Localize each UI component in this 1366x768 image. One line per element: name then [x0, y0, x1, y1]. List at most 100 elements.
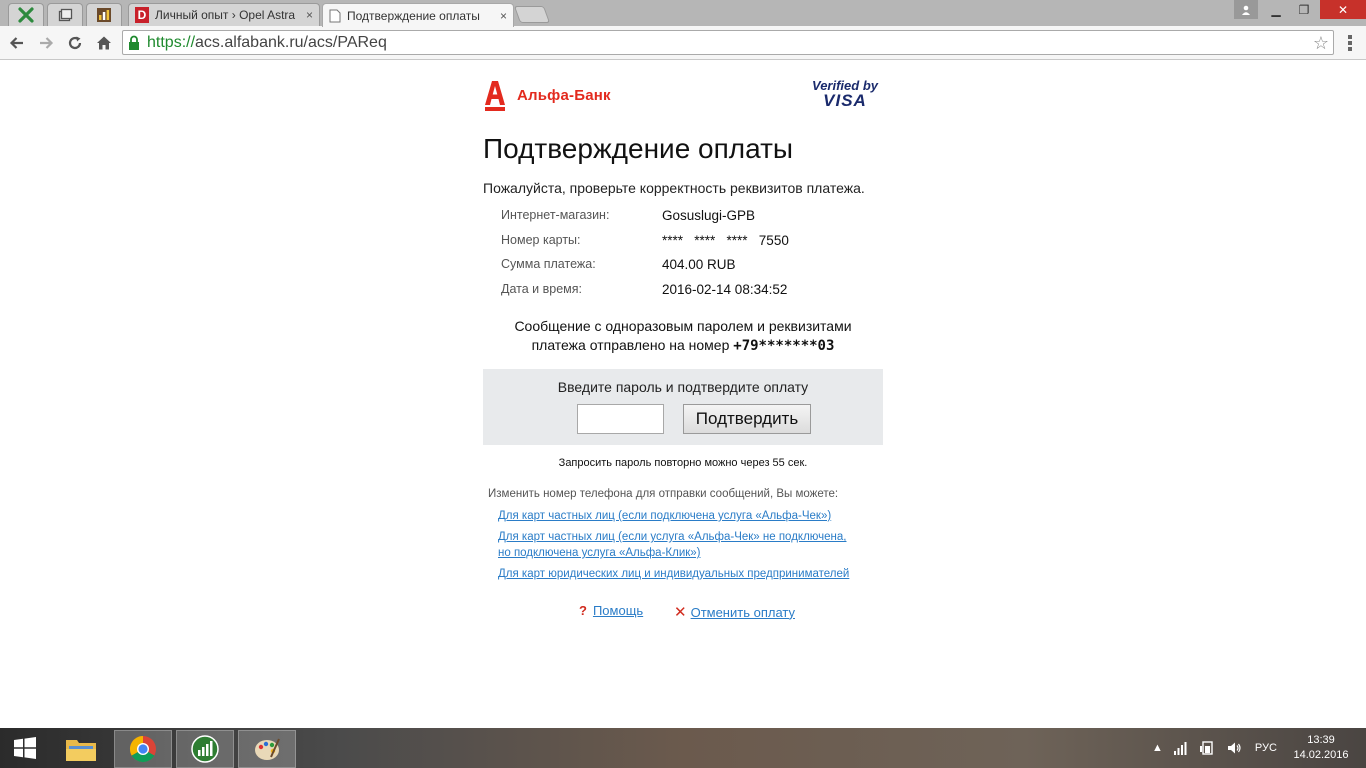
drive2-favicon-icon: D	[135, 7, 149, 23]
arrow-left-icon	[9, 37, 23, 49]
sms-line2: платежа отправлено на номер +79*******03	[483, 336, 883, 356]
intro-text: Пожалуйста, проверьте корректность рекви…	[483, 180, 865, 196]
tab-label: Подтверждение оплаты	[347, 8, 480, 23]
windows-taskbar: ▲ РУС 13:39 14.02.2016	[0, 728, 1366, 768]
page-content: Альфа-Банк Verified by VISA Подтверждени…	[0, 61, 1366, 728]
question-mark-icon: ?	[579, 603, 587, 618]
tab-strip: D Личный опыт › Opel Astra × Подтвержден…	[0, 0, 1366, 27]
windows-logo-icon	[14, 737, 36, 759]
clock-date: 14.02.2016	[1293, 749, 1349, 761]
pinned-tab-chart[interactable]	[86, 3, 122, 26]
browser-menu-button[interactable]	[1342, 34, 1358, 52]
folder-icon	[66, 740, 96, 761]
forward-button[interactable]	[34, 32, 58, 54]
taskbar-paint[interactable]	[238, 730, 296, 768]
otp-password-input[interactable]	[577, 404, 664, 434]
chart-app-icon	[97, 8, 111, 22]
link-text: Для карт юридических лиц и индивидуальны…	[498, 568, 850, 580]
minimize-button[interactable]: ▁	[1262, 0, 1290, 19]
chrome-icon	[129, 735, 156, 763]
link-text: Для карт частных лиц (если подключена ус…	[498, 510, 832, 522]
help-link-group[interactable]: ? Помощь	[579, 603, 643, 618]
tab-close-icon[interactable]: ×	[500, 9, 507, 23]
detail-value: Gosuslugi-GPB	[662, 208, 756, 223]
profile-button[interactable]	[1234, 0, 1258, 19]
cancel-x-icon: ✕	[674, 604, 687, 621]
detail-row: Номер карты: **** **** **** 7550	[501, 233, 789, 258]
tray-expand-icon[interactable]: ▲	[1152, 742, 1163, 754]
change-phone-note: Изменить номер телефона для отправки соо…	[488, 488, 839, 500]
reload-button[interactable]	[63, 32, 87, 54]
detail-value: 404.00 RUB	[662, 257, 736, 272]
link-private-alfa-click[interactable]: Для карт частных лиц (если услуга «Альфа…	[498, 529, 847, 561]
browser-toolbar: https://acs.alfabank.ru/acs/PAReq ☆	[0, 26, 1366, 60]
detail-row: Интернет-магазин: Gosuslugi-GPB	[501, 208, 789, 233]
detail-label: Сумма платежа:	[501, 257, 596, 271]
sms-notice: Сообщение с одноразовым паролем и реквиз…	[483, 317, 883, 356]
tab-close-icon[interactable]: ×	[306, 8, 313, 22]
system-tray: ▲ РУС	[1152, 728, 1277, 768]
signal-app-icon	[191, 735, 219, 763]
alfa-a-logo-icon	[485, 81, 505, 111]
reload-icon	[68, 36, 82, 50]
start-button[interactable]	[0, 728, 50, 768]
alfa-bank-logo: Альфа-Банк	[483, 79, 611, 111]
clock-time: 13:39	[1307, 734, 1335, 746]
window-icon	[58, 8, 73, 22]
home-button[interactable]	[92, 32, 116, 54]
network-signal-icon[interactable]	[1173, 741, 1189, 755]
link-legal-entities[interactable]: Для карт юридических лиц и индивидуальны…	[498, 566, 849, 582]
bookmark-star-icon[interactable]: ☆	[1313, 33, 1329, 54]
bank-name: Альфа-Банк	[517, 87, 611, 104]
url-scheme: https://	[147, 33, 196, 51]
battery-icon[interactable]	[1199, 741, 1217, 755]
tab-opel-astra[interactable]: D Личный опыт › Opel Astra ×	[128, 3, 320, 26]
payment-details: Интернет-магазин: Gosuslugi-GPB Номер ка…	[501, 208, 789, 306]
link-private-alfa-check[interactable]: Для карт частных лиц (если подключена ус…	[498, 508, 831, 524]
taskbar-file-explorer[interactable]	[52, 730, 110, 768]
otp-label: Введите пароль и подтвердите оплату	[557, 379, 809, 395]
resend-timer-note: Запросить пароль повторно можно через 55…	[558, 457, 808, 469]
home-icon	[97, 36, 111, 50]
cancel-payment-link[interactable]: Отменить оплату	[691, 605, 795, 620]
detail-row: Дата и время: 2016-02-14 08:34:52	[501, 282, 789, 307]
otp-panel: Введите пароль и подтвердите оплату Подт…	[483, 369, 883, 445]
taskbar-monitor-app[interactable]	[176, 730, 234, 768]
pinned-tab-window[interactable]	[47, 3, 83, 26]
detail-label: Дата и время:	[501, 281, 582, 296]
detail-value: 2016-02-14 08:34:52	[662, 281, 788, 297]
sms-line2-text: платежа отправлено на номер	[531, 337, 730, 353]
pinned-tab-xmarks[interactable]	[8, 3, 44, 26]
page-title: Подтверждение оплаты	[483, 133, 794, 164]
detail-row: Сумма платежа: 404.00 RUB	[501, 257, 789, 282]
link-text: Для карт частных лиц (если услуга «Альфа…	[498, 531, 847, 543]
lock-icon	[129, 35, 139, 50]
maximize-button[interactable]: ❐	[1290, 0, 1318, 19]
address-bar[interactable]: https://acs.alfabank.ru/acs/PAReq ☆	[122, 30, 1334, 55]
detail-value: **** **** **** 7550	[662, 232, 789, 248]
x-logo-icon	[18, 7, 34, 23]
close-window-button[interactable]: ✕	[1320, 0, 1366, 19]
cancel-link-group[interactable]: ✕ Отменить оплату	[674, 603, 795, 621]
url-host-path: acs.alfabank.ru/acs/PAReq	[195, 33, 387, 51]
sms-line1: Сообщение с одноразовым паролем и реквиз…	[514, 318, 852, 334]
link-text: но подключена услуга «Альфа-Клик»)	[498, 547, 701, 559]
verified-by-visa-logo: Verified by VISA	[810, 79, 880, 109]
taskbar-chrome[interactable]	[114, 730, 172, 768]
detail-label: Интернет-магазин:	[501, 208, 610, 222]
paint-palette-icon	[255, 738, 280, 760]
vbv-line2: VISA	[823, 91, 867, 110]
detail-label: Номер карты:	[501, 232, 581, 247]
input-language[interactable]: РУС	[1255, 742, 1277, 754]
back-button[interactable]	[5, 32, 29, 54]
clock[interactable]: 13:39 14.02.2016	[1288, 733, 1354, 763]
masked-phone: +79*******03	[733, 338, 835, 354]
page-icon	[329, 9, 341, 22]
tab-payment-confirmation[interactable]: Подтверждение оплаты ×	[322, 3, 514, 27]
confirm-button[interactable]: Подтвердить	[683, 404, 811, 434]
help-link[interactable]: Помощь	[593, 603, 643, 618]
tab-label: Личный опыт › Opel Astra	[155, 8, 296, 22]
person-icon	[1242, 5, 1250, 15]
new-tab-button[interactable]	[513, 6, 551, 23]
speaker-icon[interactable]	[1227, 741, 1243, 755]
